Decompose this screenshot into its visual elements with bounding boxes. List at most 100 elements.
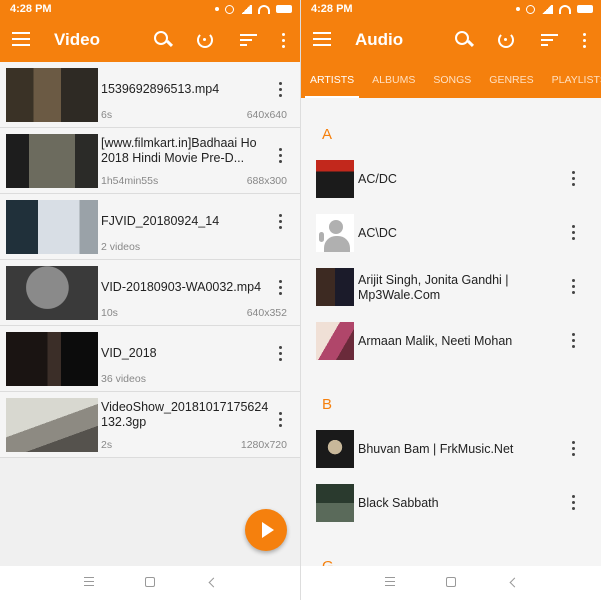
item-more-icon[interactable] [572,441,576,457]
video-screen: 4:28 PM Video 1539692896513.mp4 6s 640x6… [0,0,300,600]
menu-icon[interactable] [12,32,30,48]
search-icon[interactable] [451,28,475,52]
more-options-icon[interactable] [572,28,596,52]
play-fab-button[interactable] [245,509,287,551]
signal-icon [541,4,553,14]
tab-playlists[interactable]: PLAYLISTS [543,62,601,98]
item-more-icon[interactable] [279,412,283,428]
page-title: Video [54,30,100,49]
video-title: [www.filmkart.in]Badhaai Ho 2018 Hindi M… [101,136,257,165]
audio-screen: 4:28 PM Audio ARTISTS ALBUMS SONGS GENRE… [301,0,601,600]
artist-artwork [316,430,354,468]
video-item[interactable]: VID-20180903-WA0032.mp4 10s 640x352 [0,260,300,326]
system-nav-bar [301,566,601,600]
item-more-icon[interactable] [279,148,283,164]
artist-placeholder-icon [316,214,354,252]
artist-item[interactable]: Bhuvan Bam | FrkMusic.Net [301,422,601,476]
video-thumbnail [6,398,98,452]
artist-item[interactable]: Armaan Malik, Neeti Mohan [301,314,601,368]
video-duration: 6s [101,109,113,121]
item-more-icon[interactable] [572,279,576,295]
wifi-icon [258,4,270,14]
video-list: 1539692896513.mp4 6s 640x640 [www.filmka… [0,62,300,458]
folder-thumbnail [6,200,98,254]
sort-icon[interactable] [537,28,561,52]
menu-icon[interactable] [313,32,331,48]
folder-item[interactable]: VID_2018 36 videos [0,326,300,392]
item-more-icon[interactable] [279,82,283,98]
item-more-icon[interactable] [572,495,576,511]
item-more-icon[interactable] [572,171,576,187]
folder-count: 36 videos [101,373,146,385]
artist-item[interactable]: AC\DC [301,206,601,260]
video-duration: 10s [101,307,118,319]
item-more-icon[interactable] [279,214,283,230]
video-resolution: 688x300 [246,175,287,187]
artist-artwork [316,160,354,198]
item-more-icon[interactable] [572,225,576,241]
tab-songs[interactable]: SONGS [424,62,480,98]
folder-title: VID_2018 [101,346,157,360]
battery-icon [577,5,593,13]
page-title: Audio [355,30,404,49]
artist-name: Armaan Malik, Neeti Mohan [358,334,513,348]
video-duration: 1h54min55s [101,175,159,187]
item-more-icon[interactable] [279,346,283,362]
back-icon[interactable] [208,577,219,588]
artist-item[interactable]: Arijit Singh, Jonita Gandhi | Mp3Wale.Co… [301,260,601,314]
video-resolution: 640x352 [246,307,287,319]
artist-artwork [316,322,354,360]
tab-artists[interactable]: ARTISTS [301,62,363,98]
video-resolution: 640x640 [246,109,287,121]
artist-name: Bhuvan Bam | FrkMusic.Net [358,442,514,456]
video-thumbnail [6,134,98,188]
wifi-icon [559,4,571,14]
video-item[interactable]: [www.filmkart.in]Badhaai Ho 2018 Hindi M… [0,128,300,194]
artist-artwork [316,268,354,306]
section-header: A [322,126,333,143]
recent-apps-icon[interactable] [385,577,395,586]
artist-name: Arijit Singh, Jonita Gandhi | Mp3Wale.Co… [358,273,509,302]
video-resolution: 1280x720 [240,439,287,451]
search-icon[interactable] [150,28,174,52]
artist-item[interactable]: Black Sabbath [301,476,601,530]
sort-icon[interactable] [236,28,260,52]
section-header: B [322,396,333,413]
video-duration: 2s [101,439,113,451]
notification-dots-icon [516,7,520,11]
alarm-icon [225,4,234,14]
status-bar: 4:28 PM [0,0,300,18]
video-item[interactable]: 1539692896513.mp4 6s 640x640 [0,62,300,128]
notification-dots-icon [215,7,219,11]
home-icon[interactable] [145,577,155,587]
recent-apps-icon[interactable] [84,577,94,586]
video-item[interactable]: VideoShow_20181017175624132.3gp 2s 1280x… [0,392,300,458]
folder-title: FJVID_20180924_14 [101,214,220,228]
tab-albums[interactable]: ALBUMS [363,62,424,98]
video-thumbnail [6,68,98,122]
back-icon[interactable] [509,577,520,588]
artist-item[interactable]: AC/DC [301,152,601,206]
artist-name: AC/DC [358,172,397,186]
status-bar: 4:28 PM [301,0,601,18]
video-title: VID-20180903-WA0032.mp4 [101,280,262,294]
status-time: 4:28 PM [311,3,353,15]
video-title: 1539692896513.mp4 [101,82,220,96]
status-time: 4:28 PM [10,3,52,15]
tab-genres[interactable]: GENRES [480,62,542,98]
alarm-icon [526,4,535,14]
system-nav-bar [0,566,300,600]
home-icon[interactable] [446,577,456,587]
app-bar: Audio [301,18,601,62]
artist-name: Black Sabbath [358,496,439,510]
signal-icon [240,4,252,14]
resume-playback-icon[interactable] [193,28,217,52]
resume-playback-icon[interactable] [494,28,518,52]
artist-artwork [316,484,354,522]
audio-tabs: ARTISTS ALBUMS SONGS GENRES PLAYLISTS [301,62,601,98]
more-options-icon[interactable] [271,28,295,52]
folder-item[interactable]: FJVID_20180924_14 2 videos [0,194,300,260]
item-more-icon[interactable] [279,280,283,296]
item-more-icon[interactable] [572,333,576,349]
artist-list: A AC/DC AC\DC Arijit Singh, Jonita Gandh… [301,98,601,594]
